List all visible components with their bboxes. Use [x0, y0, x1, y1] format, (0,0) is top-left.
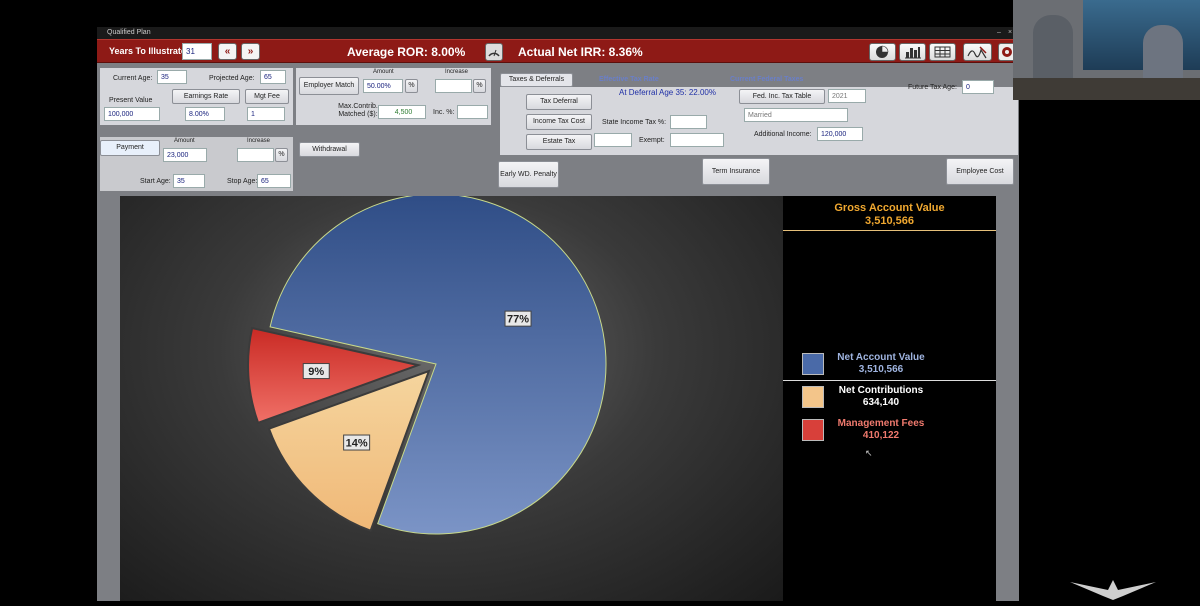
pie-chart-area: 77% 14% 9% [120, 193, 783, 601]
current-age-input[interactable]: 35 [157, 70, 187, 84]
table-icon[interactable] [929, 43, 956, 61]
start-age-input[interactable]: 35 [173, 174, 205, 188]
close-icon[interactable]: × [1008, 27, 1012, 39]
additional-income-label: Additional Income: [754, 131, 812, 138]
brand-logo-icon [1070, 580, 1156, 600]
legend-divider [783, 380, 996, 381]
additional-income-input[interactable]: 120,000 [817, 127, 863, 141]
inc-pct-label: Inc. %: [433, 109, 455, 116]
pie-label-fees: 9% [302, 363, 330, 380]
stop-age-input[interactable]: 65 [257, 174, 291, 188]
year-select[interactable]: 2021 [828, 89, 866, 103]
pie-chart: 77% 14% 9% [247, 193, 607, 535]
payment-amount-input[interactable]: 23,000 [163, 148, 207, 162]
years-input[interactable]: 31 [182, 43, 212, 60]
projected-age-input[interactable]: 65 [260, 70, 286, 84]
inc-pct-input[interactable] [457, 105, 488, 119]
legend-value-contributions: 634,140 [862, 397, 900, 408]
chart-title: Gross Account Value [834, 202, 945, 214]
legend-value-fees: 410,122 [862, 430, 900, 441]
years-label: Years To Illustrate: [109, 46, 189, 56]
tab-taxes-deferrals[interactable]: Taxes & Deferrals [500, 73, 573, 87]
pie-label-contributions: 14% [343, 434, 371, 451]
future-tax-age-input[interactable]: 0 [962, 80, 994, 94]
pie-chart-icon[interactable] [869, 43, 896, 61]
eff-rate-header: Effective Tax Rate [599, 76, 659, 83]
fed-taxes-header: Current Federal Taxes [730, 76, 804, 83]
future-tax-age-label: Future Tax Age: [908, 84, 957, 91]
toolbar: Years To Illustrate: 31 « » Average ROR:… [97, 39, 1019, 63]
chart-legend: Gross Account Value 3,510,566 Net Accoun… [783, 196, 996, 601]
income-tax-cost-button[interactable]: Income Tax Cost [526, 114, 592, 130]
start-age-label: Start Age: [140, 178, 171, 185]
current-age-label: Current Age: [113, 75, 153, 82]
pie-label-net-account: 77% [504, 310, 532, 327]
exempt-input[interactable] [670, 133, 724, 147]
payment-button[interactable]: Payment [100, 140, 160, 156]
match-percent-button[interactable]: % [405, 79, 418, 93]
payment-increase-input[interactable] [237, 148, 274, 162]
svg-text:77%: 77% [507, 314, 529, 326]
early-wd-penalty-button[interactable]: Early WD. Penalty [498, 161, 559, 188]
legend-label-fees: Management Fees [837, 418, 925, 429]
window-title: Qualified Plan [107, 29, 151, 36]
match-amount-label: Amount [373, 69, 394, 75]
net-irr: Actual Net IRR: 8.36% [518, 45, 643, 59]
withdrawal-button[interactable]: Withdrawal [299, 142, 360, 157]
employer-match-button[interactable]: Employer Match [299, 77, 359, 95]
filing-status-select[interactable]: Married [744, 108, 848, 122]
mgt-fee-input[interactable]: 1 [247, 107, 285, 121]
employer-match-input[interactable]: 50.00% [363, 79, 403, 93]
present-value-label: Present Value [109, 97, 153, 104]
payment-percent-button[interactable]: % [275, 148, 288, 162]
match-increase-input[interactable] [435, 79, 472, 93]
stop-age-label: Stop Age: [227, 178, 258, 185]
estate-value-input[interactable] [594, 133, 632, 147]
max-contrib-input[interactable]: 4,500 [378, 105, 426, 119]
desk [1013, 78, 1200, 100]
avg-ror: Average ROR: 8.00% [347, 45, 466, 59]
tax-deferral-button[interactable]: Tax Deferral [526, 94, 592, 110]
chart-subtitle: 3,510,566 [865, 215, 914, 227]
exempt-label: Exempt: [639, 137, 665, 144]
legend-swatch-fees [802, 419, 824, 441]
payment-increase-label: Increase [247, 138, 271, 144]
match-increase-percent-button[interactable]: % [473, 79, 486, 93]
increase-years-icon[interactable]: » [241, 43, 260, 60]
mgt-fee-button[interactable]: Mgt Fee [245, 89, 289, 104]
earnings-rate-input[interactable]: 8.00% [185, 107, 225, 121]
fed-tax-table-button[interactable]: Fed. Inc. Tax Table [739, 89, 825, 104]
present-value-input[interactable]: 100,000 [104, 107, 160, 121]
title-divider [783, 230, 996, 231]
payment-amount-label: Amount [174, 138, 195, 144]
legend-label-contributions: Net Contributions [838, 385, 924, 396]
employee-cost-button[interactable]: Employee Cost [946, 158, 1014, 185]
state-tax-label: State Income Tax %: [602, 119, 667, 126]
projected-age-label: Projected Age: [209, 75, 255, 82]
legend-swatch-net-account [802, 353, 824, 375]
estate-tax-button[interactable]: Estate Tax [526, 134, 592, 150]
deferral-rate-text: At Deferral Age 35: 22.00% [619, 88, 716, 97]
legend-swatch-contributions [802, 386, 824, 408]
window-titlebar: Qualified Plan – × [97, 27, 1019, 39]
earnings-rate-button[interactable]: Earnings Rate [172, 89, 240, 104]
svg-text:14%: 14% [346, 438, 368, 450]
svg-text:9%: 9% [308, 366, 324, 378]
gauge-icon[interactable] [485, 43, 503, 61]
match-increase-label: Increase [445, 69, 469, 75]
mouse-cursor-icon: ↖ [865, 448, 873, 458]
decrease-years-icon[interactable]: « [218, 43, 237, 60]
bar-chart-icon[interactable] [899, 43, 926, 61]
state-tax-input[interactable] [670, 115, 707, 129]
legend-value-net-account: 3,510,566 [858, 364, 904, 375]
webcam-overlay [1013, 0, 1200, 100]
term-insurance-button[interactable]: Term Insurance [702, 158, 770, 185]
max-contrib-label: Max.Contrib. Matched ($): [338, 103, 378, 118]
legend-label-net-account: Net Account Value [837, 352, 925, 363]
minimize-icon[interactable]: – [997, 27, 1001, 39]
signature-icon[interactable] [963, 43, 992, 61]
